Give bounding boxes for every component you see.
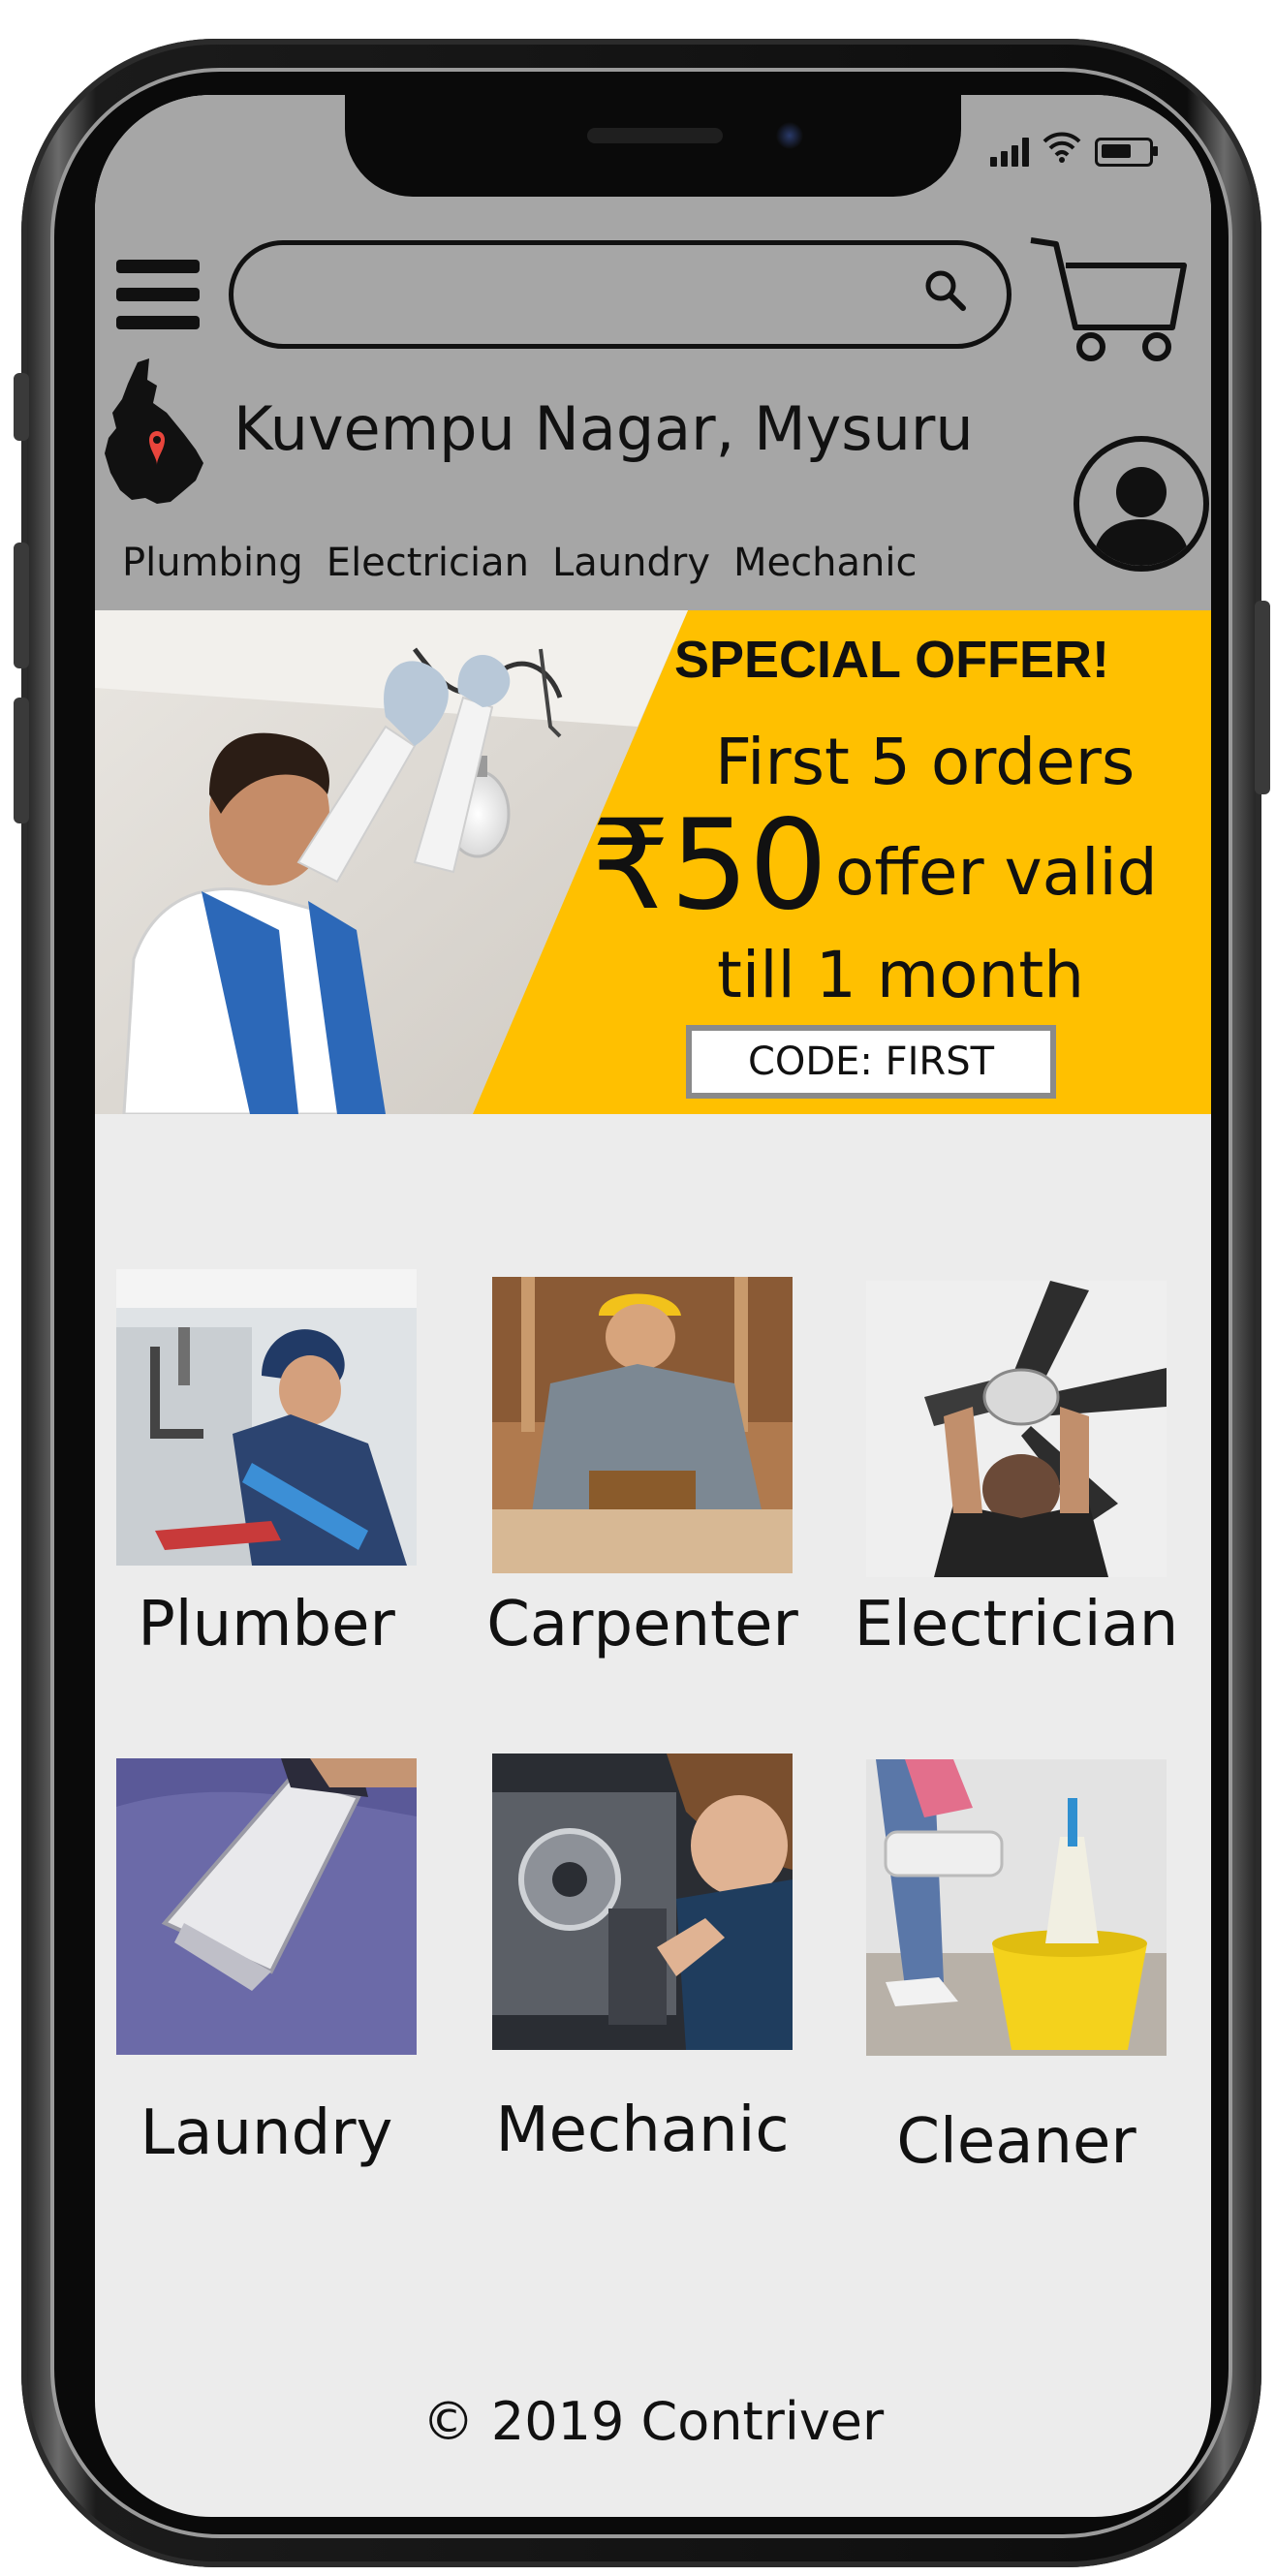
phone-notch bbox=[345, 95, 961, 197]
offer-amount: ₹50 bbox=[591, 793, 828, 938]
cleaner-photo bbox=[866, 1759, 1167, 2056]
service-label-plumber: Plumber bbox=[138, 1589, 395, 1660]
category-link-plumbing[interactable]: Plumbing bbox=[122, 541, 303, 585]
location-pin-icon bbox=[105, 358, 203, 504]
signal-icon bbox=[990, 138, 1029, 167]
category-link-electrician[interactable]: Electrician bbox=[327, 541, 529, 585]
profile-avatar[interactable] bbox=[1074, 436, 1209, 572]
promo-code-badge[interactable]: CODE: FIRST bbox=[686, 1025, 1056, 1099]
carpenter-photo bbox=[492, 1277, 793, 1573]
offer-title: SPECIAL OFFER! bbox=[674, 631, 1110, 689]
promo-banner[interactable]: SPECIAL OFFER! First 5 orders ₹50 offer … bbox=[95, 610, 1211, 1114]
service-label-mechanic: Mechanic bbox=[495, 2095, 790, 2166]
offer-duration-text: till 1 month bbox=[717, 938, 1085, 1012]
service-label-electrician: Electrician bbox=[854, 1589, 1179, 1660]
offer-orders-text: First 5 orders bbox=[715, 725, 1136, 799]
phone-power-button bbox=[1255, 601, 1270, 794]
app-screen: Kuvempu Nagar, Mysuru Plumbing Electrici… bbox=[95, 95, 1211, 2517]
offer-validity-text: offer valid bbox=[835, 835, 1158, 910]
laundry-photo bbox=[116, 1758, 417, 2055]
category-nav: Plumbing Electrician Laundry Mechanic bbox=[122, 541, 917, 585]
status-bar bbox=[990, 132, 1158, 167]
phone-volume-down-button bbox=[14, 698, 29, 823]
service-label-laundry: Laundry bbox=[140, 2097, 393, 2169]
cart-icon[interactable] bbox=[1027, 231, 1192, 366]
phone-side-button bbox=[14, 373, 29, 441]
menu-icon[interactable] bbox=[116, 260, 200, 329]
category-link-laundry[interactable]: Laundry bbox=[552, 541, 710, 585]
plumber-photo bbox=[116, 1269, 417, 1566]
mechanic-photo bbox=[492, 1754, 793, 2050]
search-input[interactable] bbox=[229, 240, 1011, 349]
phone-volume-up-button bbox=[14, 543, 29, 668]
front-camera bbox=[776, 122, 803, 149]
speaker-grille bbox=[587, 128, 723, 143]
wifi-icon bbox=[1043, 132, 1081, 167]
footer-copyright: © 2019 Contriver bbox=[421, 2391, 885, 2452]
service-label-carpenter: Carpenter bbox=[486, 1589, 798, 1660]
category-link-mechanic[interactable]: Mechanic bbox=[733, 541, 917, 585]
electrician-photo bbox=[866, 1281, 1167, 1577]
battery-icon bbox=[1095, 138, 1158, 167]
location-label[interactable]: Kuvempu Nagar, Mysuru bbox=[233, 393, 974, 464]
search-icon[interactable] bbox=[921, 266, 968, 313]
service-label-cleaner: Cleaner bbox=[896, 2106, 1136, 2178]
user-icon bbox=[1093, 467, 1190, 566]
